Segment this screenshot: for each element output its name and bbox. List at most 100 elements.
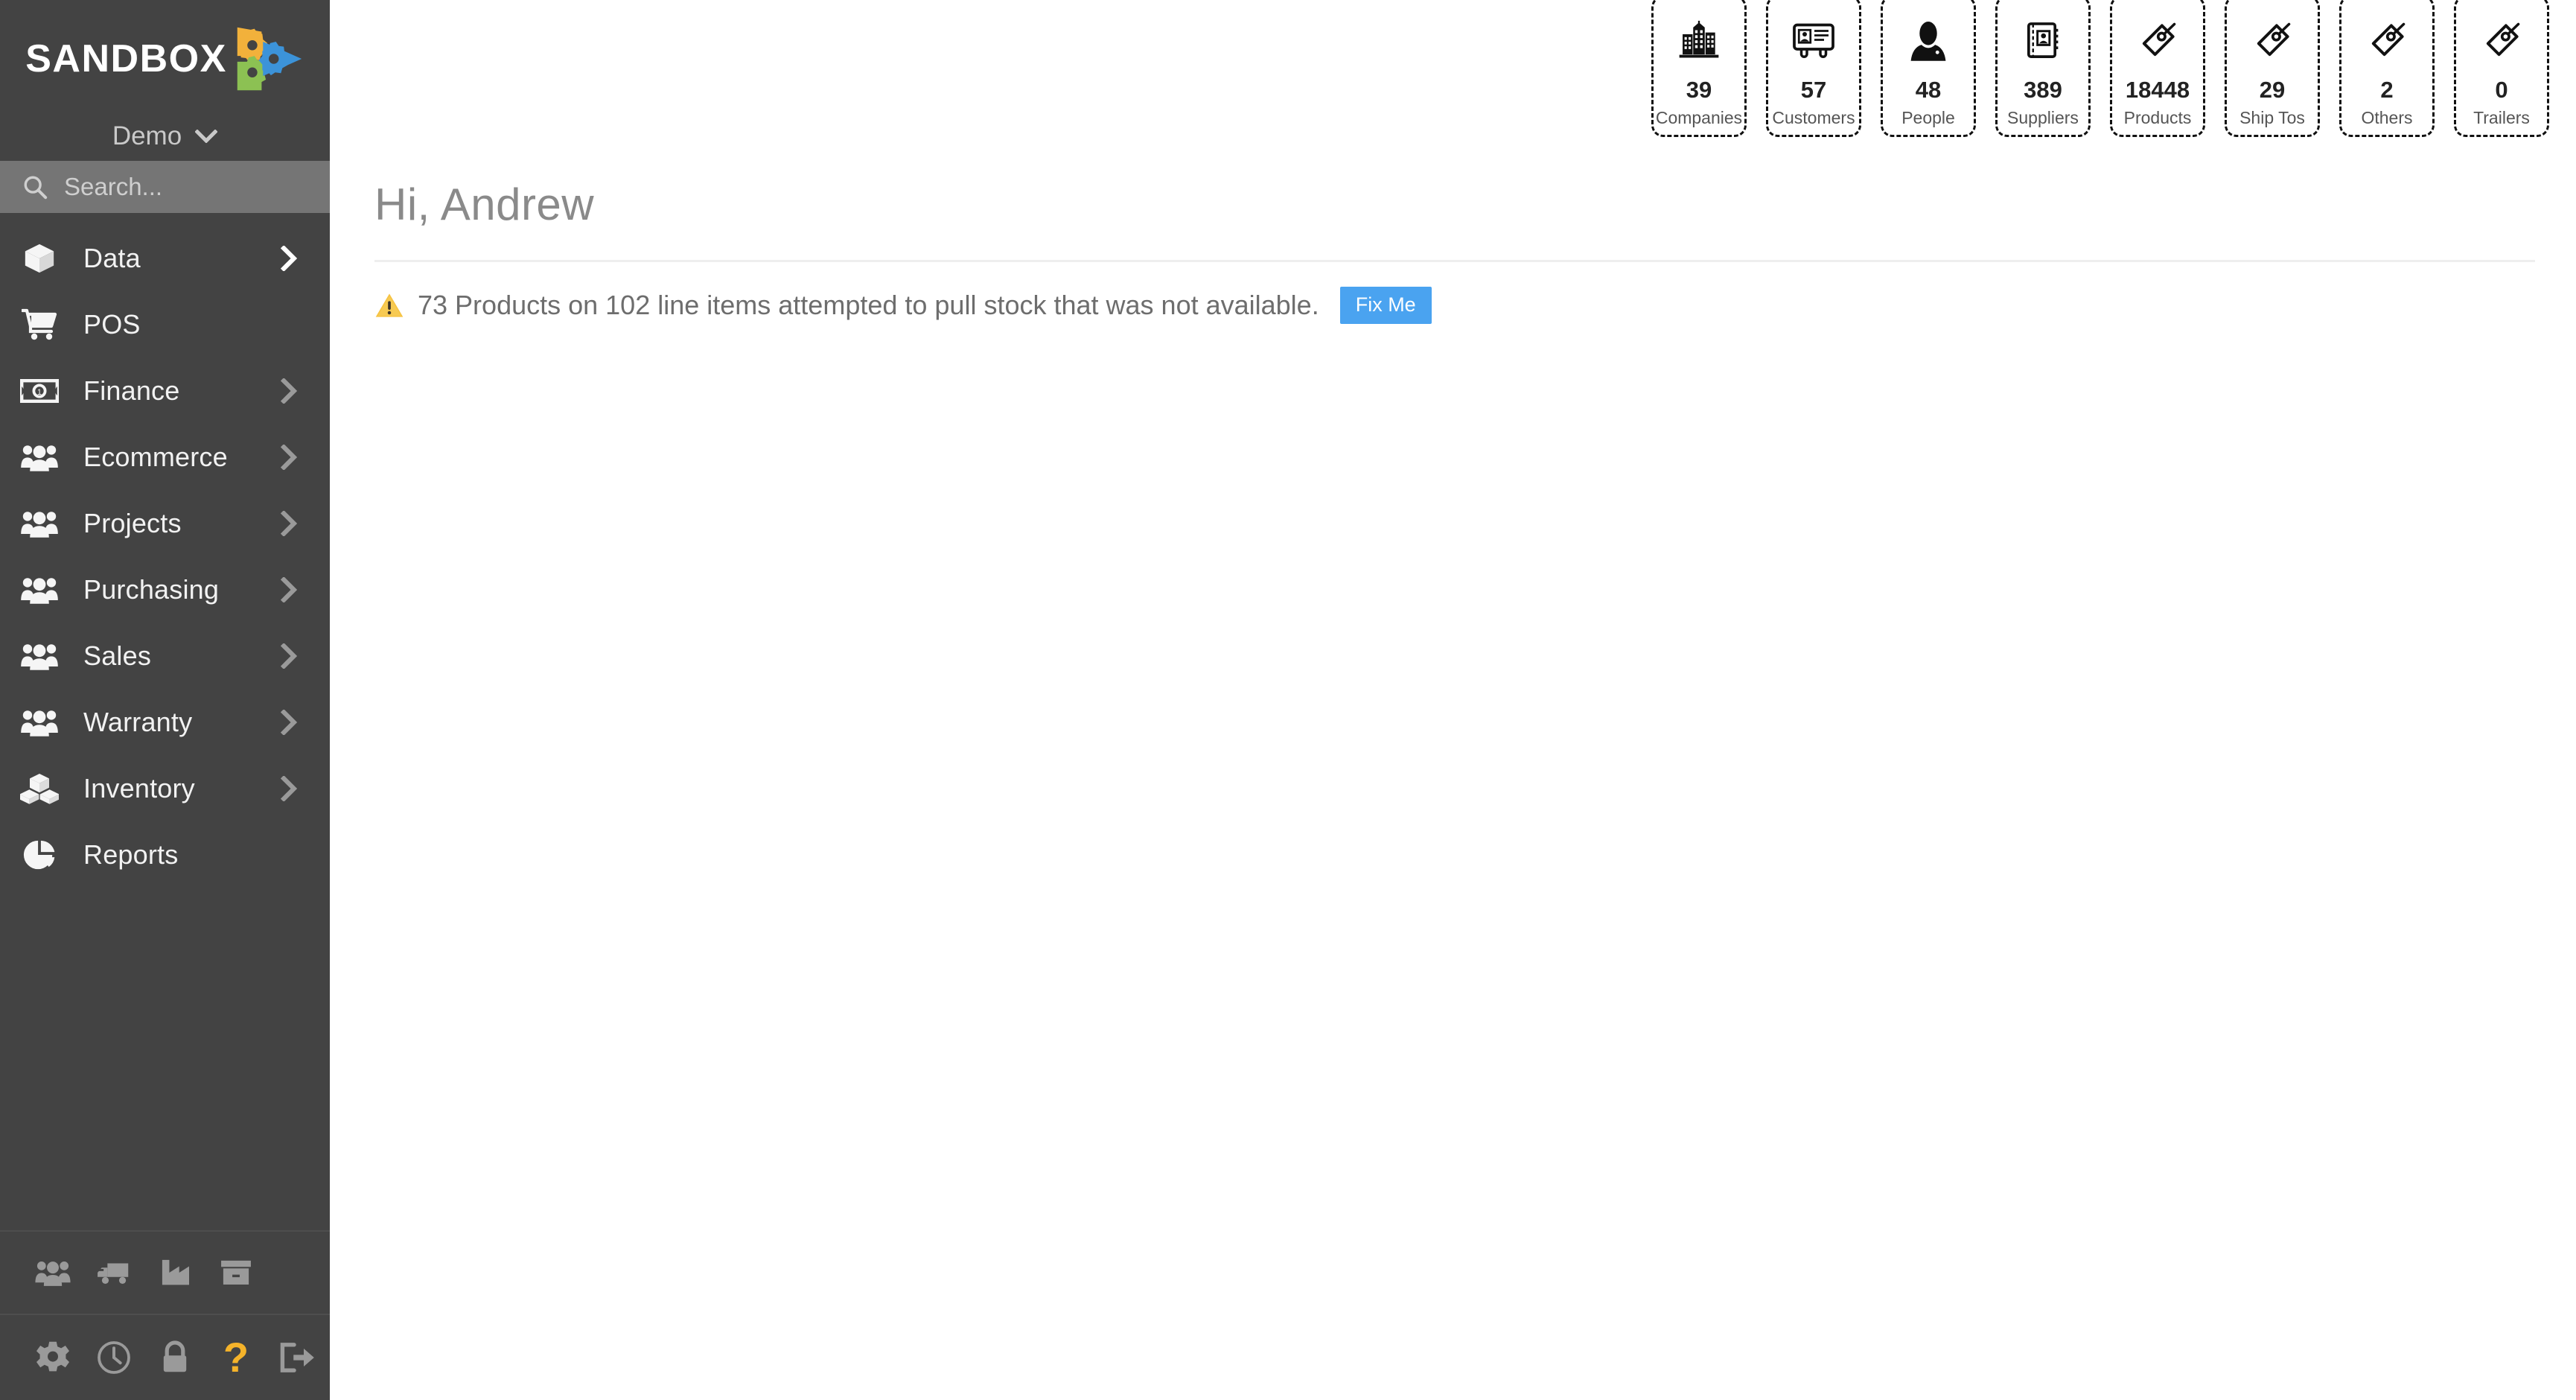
- city-buildings-icon: [1676, 14, 1722, 68]
- sidebar-footer-actions: ?: [0, 1315, 330, 1400]
- banknote-icon: 1: [18, 372, 61, 410]
- stat-label: Others: [2361, 108, 2413, 127]
- stat-card-others[interactable]: 2 Others: [2339, 0, 2435, 137]
- stock-alert-row: 73 Products on 102 line items attempted …: [374, 287, 1432, 324]
- chevron-right-icon: [281, 444, 297, 470]
- stat-label: People: [1901, 108, 1955, 127]
- tag-icon: [2481, 14, 2522, 68]
- sidebar-item-sales[interactable]: Sales: [0, 623, 330, 689]
- sidebar-item-label: Data: [83, 242, 141, 273]
- stat-card-people[interactable]: 48 People: [1881, 0, 1976, 137]
- stat-value: 39: [1686, 77, 1712, 103]
- pie-chart-icon: [18, 836, 61, 874]
- main-content: 39 Companies 57 Customers 48 People 389 …: [330, 0, 2576, 1400]
- stat-label: Customers: [1772, 108, 1855, 127]
- org-selector[interactable]: Demo: [0, 112, 330, 161]
- stat-label: Products: [2123, 108, 2192, 127]
- search-placeholder-text: Search...: [64, 173, 163, 200]
- stat-card-ship-tos[interactable]: 29 Ship Tos: [2225, 0, 2320, 137]
- users-icon: [18, 570, 61, 609]
- boxes-icon: [18, 769, 61, 808]
- stat-value: 389: [2024, 77, 2062, 103]
- users-icon: [18, 703, 61, 742]
- sidebar-item-ecommerce[interactable]: Ecommerce: [0, 424, 330, 490]
- sidebar-item-label: Finance: [83, 375, 180, 406]
- cube-icon: [18, 239, 61, 278]
- logout-icon[interactable]: [267, 1331, 328, 1384]
- warning-triangle-icon: [374, 290, 404, 320]
- sidebar-item-purchasing[interactable]: Purchasing: [0, 556, 330, 623]
- lock-icon[interactable]: [144, 1331, 205, 1384]
- sidebar-item-label: Warranty: [83, 706, 193, 737]
- stat-card-products[interactable]: 18448 Products: [2110, 0, 2205, 137]
- question-mark-glyph: ?: [223, 1334, 249, 1381]
- stat-value: 57: [1800, 77, 1827, 103]
- tag-icon: [2252, 14, 2292, 68]
- sidebar-item-label: Reports: [83, 839, 179, 870]
- stat-value: 29: [2259, 77, 2286, 103]
- sidebar-item-label: Sales: [83, 640, 152, 671]
- sidebar-item-data[interactable]: Data: [0, 225, 330, 291]
- archive-box-icon[interactable]: [205, 1247, 267, 1299]
- stat-value: 0: [2495, 77, 2508, 103]
- users-icon: [18, 504, 61, 543]
- sidebar-nav: Data POS 1 Finance Ecommerce Projects Pu…: [0, 213, 330, 888]
- address-book-icon: [2023, 14, 2063, 68]
- chevron-right-icon: [281, 378, 297, 404]
- person-avatar-icon: [1907, 14, 1949, 68]
- users-icon[interactable]: [22, 1247, 83, 1299]
- page-title: Hi, Andrew: [374, 179, 595, 229]
- question-mark-icon[interactable]: ?: [205, 1331, 267, 1384]
- chevron-right-icon: [281, 709, 297, 735]
- sidebar-item-warranty[interactable]: Warranty: [0, 689, 330, 755]
- sidebar-item-reports[interactable]: Reports: [0, 821, 330, 888]
- shopping-cart-icon: [18, 305, 61, 344]
- tag-icon: [2137, 14, 2178, 68]
- users-icon: [18, 637, 61, 675]
- fix-me-button[interactable]: Fix Me: [1339, 287, 1432, 324]
- factory-icon[interactable]: [144, 1247, 205, 1299]
- stat-label: Suppliers: [2007, 108, 2079, 127]
- chevron-right-icon: [281, 643, 297, 669]
- sidebar: SANDBOX Demo Search... Data POS 1 Financ…: [0, 0, 330, 1400]
- stat-value: 48: [1915, 77, 1942, 103]
- stat-card-trailers[interactable]: 0 Trailers: [2454, 0, 2549, 137]
- stat-cards-strip: 39 Companies 57 Customers 48 People 389 …: [1651, 0, 2549, 137]
- content-divider: [374, 260, 2535, 262]
- stat-label: Companies: [1655, 108, 1743, 127]
- stat-label: Trailers: [2473, 108, 2530, 127]
- tag-icon: [2367, 14, 2407, 68]
- stat-label: Ship Tos: [2239, 108, 2305, 127]
- search-input[interactable]: Search...: [0, 161, 330, 213]
- chevron-right-icon: [281, 775, 297, 801]
- svg-text:1: 1: [37, 388, 42, 397]
- sidebar-item-label: Ecommerce: [83, 441, 228, 472]
- stat-value: 2: [2380, 77, 2394, 103]
- org-name-label: Demo: [112, 121, 182, 150]
- users-icon: [18, 438, 61, 477]
- stat-value: 18448: [2125, 77, 2190, 103]
- brand-name: SANDBOX: [25, 37, 227, 80]
- clock-icon[interactable]: [83, 1331, 144, 1384]
- stat-card-companies[interactable]: 39 Companies: [1651, 0, 1747, 137]
- sidebar-item-label: Projects: [83, 507, 182, 538]
- chevron-right-icon: [281, 576, 297, 602]
- chevron-right-icon: [281, 245, 297, 271]
- stat-card-customers[interactable]: 57 Customers: [1766, 0, 1861, 137]
- search-icon: [22, 174, 48, 200]
- sidebar-item-projects[interactable]: Projects: [0, 490, 330, 556]
- sidebar-item-finance[interactable]: 1 Finance: [0, 357, 330, 424]
- sidebar-item-pos[interactable]: POS: [0, 291, 330, 357]
- sandbox-gears-play-logo-icon: [233, 23, 305, 95]
- chevron-down-icon: [194, 129, 218, 144]
- sidebar-item-label: POS: [83, 308, 141, 340]
- delivery-truck-icon[interactable]: [83, 1247, 144, 1299]
- chevron-right-icon: [281, 510, 297, 536]
- gear-icon[interactable]: [22, 1331, 83, 1384]
- brand-logo-area[interactable]: SANDBOX: [0, 0, 330, 112]
- stat-card-suppliers[interactable]: 389 Suppliers: [1995, 0, 2091, 137]
- sidebar-item-inventory[interactable]: Inventory: [0, 755, 330, 821]
- dashboard-page: SANDBOX Demo Search... Data POS 1 Financ…: [0, 0, 2576, 1400]
- sidebar-item-label: Inventory: [83, 772, 195, 804]
- stock-alert-message: 73 Products on 102 line items attempted …: [418, 290, 1319, 320]
